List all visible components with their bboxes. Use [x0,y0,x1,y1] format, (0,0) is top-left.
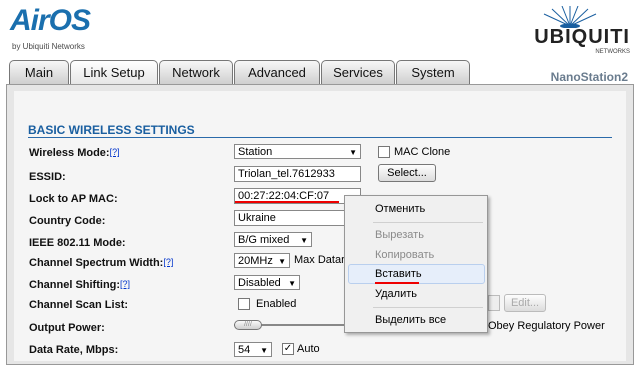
menu-item-select-all[interactable]: Выделить все [375,314,446,326]
airos-logo-subtitle: by Ubiquiti Networks [12,42,85,51]
tab-services[interactable]: Services [321,60,395,84]
output-power-label: Output Power: [29,322,105,334]
header: AirOS by Ubiquiti Networks UBIQUITI NETW… [0,0,640,62]
help-link[interactable]: [?] [163,257,173,267]
essid-label: ESSID: [29,171,66,183]
section-title: BASIC WIRELESS SETTINGS [28,123,195,137]
dropdown-arrow-icon: ▼ [300,236,308,245]
context-menu: Отменить Вырезать Копировать Вставить Уд… [344,195,488,333]
dropdown-arrow-icon: ▼ [278,257,286,266]
annotation-underline-paste [375,282,419,284]
ubiquiti-star-icon [543,6,597,28]
mac-clone-label: MAC Clone [394,146,451,158]
section-divider [28,137,612,138]
essid-input[interactable]: Triolan_tel.7612933 [234,166,361,182]
channel-shifting-select[interactable]: Disabled ▼ [234,275,300,290]
dropdown-arrow-icon: ▼ [349,148,357,157]
help-link[interactable]: [?] [110,147,120,157]
wireless-mode-label: Wireless Mode:[?] [29,147,120,159]
slider-thumb[interactable]: //// [234,320,262,330]
ubiquiti-networks-text: NETWORKS [595,49,630,55]
scan-list-enabled-checkbox[interactable] [238,298,250,310]
dropdown-arrow-icon: ▼ [288,279,296,288]
ieee-mode-label: IEEE 802.11 Mode: [29,237,126,249]
dropdown-arrow-icon: ▼ [260,346,268,355]
channel-width-select[interactable]: 20MHz ▼ [234,253,290,268]
tab-bar: Main Link Setup Network Advanced Service… [0,60,640,85]
scan-list-label: Channel Scan List: [29,299,129,311]
channel-shifting-label: Channel Shifting:[?] [29,279,131,291]
help-link[interactable]: [?] [120,279,130,289]
menu-item-undo[interactable]: Отменить [375,203,425,215]
tab-network[interactable]: Network [159,60,233,84]
country-code-field: Ukraine [234,210,361,226]
mac-clone-checkbox[interactable] [378,146,390,158]
scan-list-enabled-label: Enabled [256,298,297,310]
data-rate-select[interactable]: 54 ▼ [234,342,272,357]
menu-item-copy[interactable]: Копировать [375,249,434,261]
lock-ap-mac-label: Lock to AP MAC: [29,193,118,205]
data-rate-label: Data Rate, Mbps: [29,344,119,356]
country-code-label: Country Code: [29,215,106,227]
obey-regulatory-label: Obey Regulatory Power [488,320,605,332]
wireless-mode-select[interactable]: Station ▼ [234,144,361,159]
select-button[interactable]: Select... [378,164,436,182]
edit-button[interactable]: Edit... [504,294,546,312]
menu-item-paste[interactable]: Вставить [375,268,422,280]
menu-item-delete[interactable]: Удалить [375,288,417,300]
menu-separator [373,222,483,223]
annotation-underline-mac [235,201,339,203]
menu-item-cut[interactable]: Вырезать [375,229,424,241]
scan-list-input [488,295,500,311]
tab-system[interactable]: System [396,60,470,84]
data-rate-auto-label: Auto [297,343,320,355]
menu-separator [373,307,483,308]
data-rate-auto-checkbox[interactable]: ✓ [282,343,294,355]
ubiquiti-wordmark: UBIQUITI [534,26,630,48]
airos-logo: AirOS by Ubiquiti Networks [10,4,91,51]
tab-link-setup[interactable]: Link Setup [70,60,158,84]
airos-logo-text: AirOS [10,4,91,37]
ieee-mode-select[interactable]: B/G mixed ▼ [234,232,312,247]
max-datarate-label: Max Datar [294,254,345,266]
tab-main[interactable]: Main [9,60,69,84]
channel-width-label: Channel Spectrum Width:[?] [29,257,174,269]
device-name: NanoStation2 [550,70,628,84]
tab-advanced[interactable]: Advanced [234,60,320,84]
ubiquiti-logo: UBIQUITI NETWORKS [534,6,630,55]
